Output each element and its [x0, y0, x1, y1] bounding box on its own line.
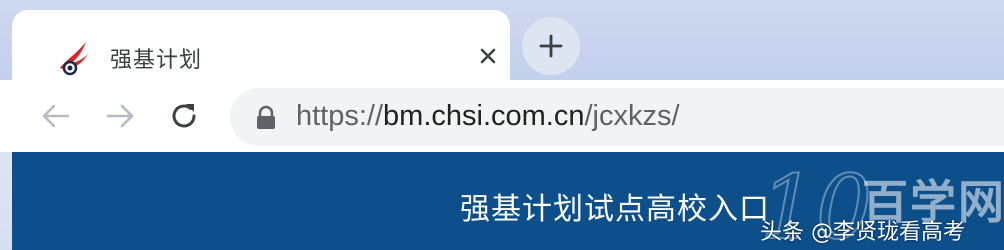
active-tab[interactable]: 强基计划 [12, 10, 510, 84]
browser-window: 强基计划 https://bm.chsi.com.cn/jcxkzs/ 强基计划… [0, 0, 1004, 250]
lock-icon[interactable] [254, 105, 278, 131]
red-bird-logo-icon [60, 42, 88, 76]
url-scheme: https:// [296, 100, 384, 132]
banner-title: 强基计划试点高校入口 [460, 192, 770, 227]
plus-icon [539, 34, 563, 58]
close-icon[interactable] [474, 42, 502, 70]
url-text[interactable]: https://bm.chsi.com.cn/jcxkzs/ [296, 100, 680, 133]
watermark-credit: 头条 @李贤珑看高考 [760, 220, 965, 245]
tab-strip: 强基计划 [0, 0, 1004, 84]
url-host: bm.chsi.com.cn [383, 100, 585, 132]
reload-icon [172, 104, 196, 128]
browser-toolbar: https://bm.chsi.com.cn/jcxkzs/ [0, 80, 1004, 152]
url-path: /jcxkzs/ [584, 100, 680, 132]
reload-button[interactable] [164, 96, 204, 136]
address-bar[interactable]: https://bm.chsi.com.cn/jcxkzs/ [230, 88, 1004, 146]
arrow-left-icon [42, 104, 70, 128]
page-banner: 强基计划试点高校入口 100 百学网 头条 @李贤珑看高考 [12, 152, 1004, 250]
new-tab-button[interactable] [522, 17, 580, 75]
forward-button[interactable] [100, 96, 140, 136]
tab-title: 强基计划 [110, 48, 203, 73]
arrow-right-icon [106, 104, 134, 128]
back-button[interactable] [36, 96, 76, 136]
